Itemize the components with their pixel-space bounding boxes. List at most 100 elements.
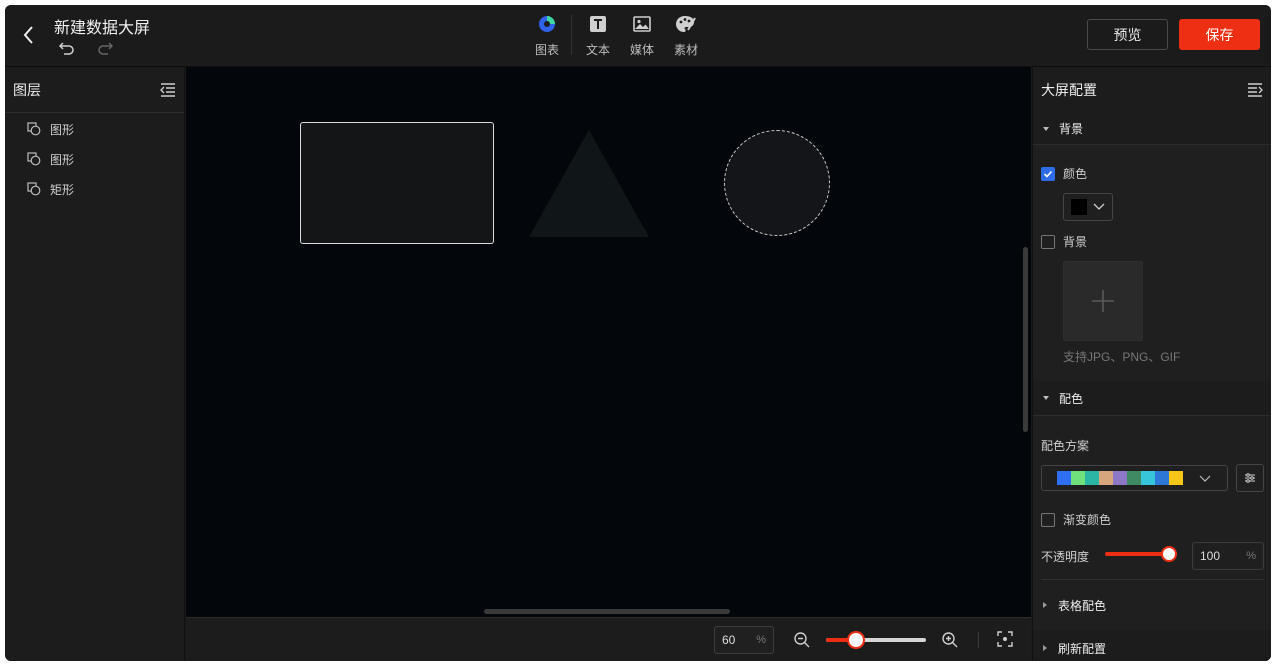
chart-icon <box>539 16 555 32</box>
bg-image-option: 背景 <box>1041 233 1087 250</box>
opacity-label: 不透明度 <box>1041 550 1090 564</box>
color-picker[interactable] <box>1063 193 1113 221</box>
undo-button[interactable] <box>58 39 76 57</box>
opacity-slider[interactable] <box>1105 546 1177 562</box>
tool-media[interactable]: 媒体 <box>620 13 664 61</box>
layer-item[interactable]: 图形 <box>5 144 184 174</box>
opacity-slider-handle[interactable] <box>1161 546 1177 562</box>
zoom-input[interactable]: 60 % <box>714 626 774 654</box>
color-label: 颜色 <box>1063 167 1088 181</box>
image-icon <box>633 16 651 32</box>
zoom-value: 60 <box>722 633 736 647</box>
gradient-label: 渐变颜色 <box>1063 513 1112 527</box>
palette-settings-button[interactable] <box>1236 464 1264 492</box>
palette-color-chip <box>1113 471 1127 485</box>
section-background[interactable]: 背景 <box>1033 113 1271 145</box>
shape-icon <box>27 182 41 196</box>
canvas-horizontal-scrollbar[interactable] <box>484 609 730 614</box>
fit-screen-button[interactable] <box>997 631 1015 649</box>
opacity-value: 100 <box>1200 549 1221 563</box>
zoom-in-icon <box>942 632 958 648</box>
tool-text[interactable]: 文本 <box>576 13 620 61</box>
caret-right-icon <box>1043 602 1047 608</box>
redo-button[interactable] <box>96 39 114 57</box>
section-refresh[interactable]: 刷新配置 <box>1033 630 1271 661</box>
collapse-panel-icon[interactable] <box>1247 83 1263 97</box>
sliders-icon <box>1245 473 1255 483</box>
zoom-bar-divider <box>978 632 979 648</box>
palette-color-chip <box>1155 471 1169 485</box>
zoom-slider[interactable] <box>826 631 926 649</box>
canvas-triangle-shape[interactable] <box>529 130 649 238</box>
opacity-input[interactable]: 100 % <box>1192 542 1264 570</box>
palette-select[interactable] <box>1041 465 1228 491</box>
back-button[interactable] <box>17 23 41 47</box>
section-palette[interactable]: 配色 <box>1033 381 1271 416</box>
undo-icon <box>58 42 74 55</box>
upload-image-button[interactable] <box>1063 261 1143 341</box>
tool-assets-label: 素材 <box>673 43 698 57</box>
canvas-vertical-scrollbar[interactable] <box>1023 247 1028 432</box>
palette-color-chip <box>1099 471 1113 485</box>
palette-color-chip <box>1057 471 1071 485</box>
editor-canvas[interactable] <box>186 67 1031 617</box>
tool-chart[interactable]: 图表 <box>525 13 569 61</box>
caret-right-icon <box>1043 645 1047 651</box>
check-icon <box>1043 170 1053 178</box>
top-bar: 新建数据大屏 图表 文本 媒体 素材 预览 保存 <box>5 5 1271 67</box>
zoom-slider-handle[interactable] <box>847 631 865 649</box>
palette-color-chip <box>1071 471 1085 485</box>
palette-color-chip <box>1169 471 1183 485</box>
collapse-panel-icon[interactable] <box>160 82 176 97</box>
preview-button[interactable]: 预览 <box>1087 19 1168 50</box>
chevron-left-icon <box>23 26 33 44</box>
text-icon <box>590 16 606 32</box>
palette-color-chip <box>1141 471 1155 485</box>
config-title: 大屏配置 <box>1041 82 1097 98</box>
bg-image-checkbox[interactable] <box>1041 234 1055 249</box>
config-header: 大屏配置 <box>1033 67 1271 113</box>
toolbar-divider <box>571 15 572 55</box>
palette-color-chip <box>1085 471 1099 485</box>
upload-hint: 支持JPG、PNG、GIF <box>1063 350 1181 364</box>
fit-screen-icon <box>997 631 1013 647</box>
app-window: 新建数据大屏 图表 文本 媒体 素材 预览 保存 图层 图形 图形 矩形 60 … <box>5 5 1271 661</box>
shape-icon <box>27 152 41 166</box>
layers-title: 图层 <box>13 81 41 98</box>
tool-chart-label: 图表 <box>534 43 559 57</box>
canvas-rectangle-shape[interactable] <box>300 122 494 244</box>
tool-text-label: 文本 <box>585 43 610 57</box>
canvas-circle-shape[interactable] <box>724 130 830 236</box>
redo-icon <box>98 42 114 55</box>
palette-color-chip <box>1127 471 1141 485</box>
layers-panel: 图层 图形 图形 矩形 <box>5 67 185 661</box>
section-table-colors[interactable]: 表格配色 <box>1033 590 1271 620</box>
insert-toolbar: 图表 文本 媒体 素材 <box>525 13 708 61</box>
caret-down-icon <box>1043 396 1049 400</box>
page-title: 新建数据大屏 <box>54 20 151 37</box>
section-divider <box>1041 579 1264 580</box>
color-checkbox[interactable] <box>1041 166 1055 181</box>
palette-scheme-label: 配色方案 <box>1041 439 1090 453</box>
section-palette-label: 配色 <box>1059 391 1084 406</box>
zoom-out-icon <box>794 632 810 648</box>
zoom-in-button[interactable] <box>941 631 959 649</box>
shape-icon <box>27 122 41 136</box>
save-button[interactable]: 保存 <box>1179 19 1260 50</box>
layer-item[interactable]: 图形 <box>5 114 184 144</box>
layer-item-label: 图形 <box>50 152 75 167</box>
palette-chips <box>1057 471 1183 485</box>
layers-header: 图层 <box>5 67 184 113</box>
layer-item[interactable]: 矩形 <box>5 174 184 204</box>
section-background-label: 背景 <box>1059 122 1084 136</box>
gradient-option: 渐变颜色 <box>1041 511 1111 528</box>
zoom-bar: 60 % <box>186 617 1031 661</box>
color-option: 颜色 <box>1041 165 1087 182</box>
chevron-down-icon <box>1093 203 1105 210</box>
tool-assets[interactable]: 素材 <box>664 13 708 61</box>
caret-down-icon <box>1043 126 1049 131</box>
layer-list: 图形 图形 矩形 <box>5 113 184 204</box>
gradient-checkbox[interactable] <box>1041 512 1055 527</box>
zoom-out-button[interactable] <box>793 631 811 649</box>
plus-icon <box>1092 290 1114 312</box>
